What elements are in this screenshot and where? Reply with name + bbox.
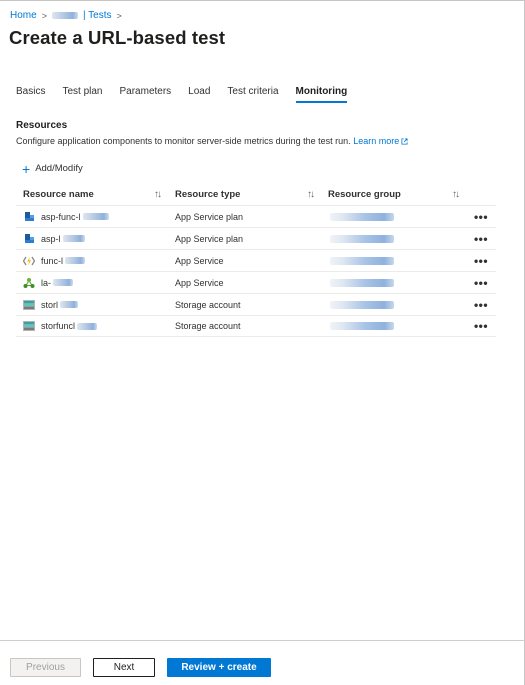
redacted-name-suffix	[62, 235, 85, 242]
breadcrumb-home[interactable]: Home	[10, 10, 37, 21]
resource-name-cell: asp-l	[16, 233, 168, 245]
resource-name: storl	[41, 299, 59, 310]
tab-parameters[interactable]: Parameters	[119, 86, 171, 103]
app-service-plan-icon	[23, 233, 35, 245]
resource-name-cell: func-l	[16, 255, 168, 267]
resource-type: Storage account	[175, 321, 241, 331]
previous-button: Previous	[10, 658, 81, 677]
breadcrumb-separator: >	[116, 10, 122, 21]
storage-account-icon	[23, 299, 35, 311]
resource-type: App Service plan	[175, 233, 244, 244]
resources-description: Configure application components to moni…	[16, 136, 408, 147]
next-button[interactable]: Next	[93, 658, 155, 677]
resource-group-cell	[321, 256, 466, 265]
tab-bar: Basics Test plan Parameters Load Test cr…	[16, 86, 364, 103]
window-frame: Home > | Tests > Create a URL-based test…	[0, 0, 525, 685]
sort-icon[interactable]: ↑↓	[307, 189, 315, 200]
breadcrumb-tests[interactable]: | Tests	[83, 10, 112, 21]
column-header-resource-group[interactable]: Resource group ↑↓	[321, 189, 466, 200]
table-row[interactable]: storl Storage account •••	[16, 293, 496, 315]
resource-type: App Service	[175, 255, 224, 266]
footer-bar: Previous Next Review + create	[0, 640, 525, 685]
column-header-resource-type[interactable]: Resource type ↑↓	[168, 189, 321, 200]
resource-type: App Service plan	[175, 211, 244, 222]
resource-name: asp-func-l	[41, 211, 81, 222]
learn-more-label: Learn more	[353, 136, 400, 146]
redacted-resource-group	[330, 278, 394, 287]
redacted-resource-group	[330, 256, 394, 265]
app-service-plan-icon	[23, 211, 35, 223]
resource-name-cell: asp-func-l	[16, 211, 168, 223]
resources-table: Resource name ↑↓ Resource type ↑↓ Resour…	[16, 183, 496, 337]
tab-load[interactable]: Load	[188, 86, 210, 103]
more-actions-icon[interactable]: •••	[466, 254, 496, 268]
resources-heading: Resources	[16, 120, 68, 131]
more-actions-icon[interactable]: •••	[466, 276, 496, 290]
more-actions-icon[interactable]: •••	[466, 298, 496, 312]
table-row[interactable]: func-l App Service •••	[16, 249, 496, 271]
sort-icon[interactable]: ↑↓	[452, 189, 460, 200]
table-row[interactable]: asp-func-l App Service plan •••	[16, 205, 496, 227]
table-row[interactable]: storfuncl Storage account •••	[16, 315, 496, 337]
column-header-label: Resource name	[23, 188, 94, 200]
tab-basics[interactable]: Basics	[16, 86, 45, 103]
resource-name: func-l	[41, 255, 64, 266]
resources-description-text: Configure application components to moni…	[16, 136, 351, 146]
resource-group-cell	[321, 234, 466, 243]
external-link-icon	[401, 137, 408, 147]
logic-app-icon	[23, 277, 35, 289]
redacted-name-suffix	[77, 322, 98, 330]
resource-name-cell: storl	[16, 299, 168, 311]
resource-type: Storage account	[175, 299, 241, 310]
breadcrumb: Home > | Tests >	[10, 10, 122, 21]
redacted-name-suffix	[82, 213, 109, 220]
function-app-icon	[23, 255, 35, 267]
column-header-resource-name[interactable]: Resource name ↑↓	[16, 189, 168, 200]
more-actions-icon[interactable]: •••	[466, 232, 496, 246]
sort-icon[interactable]: ↑↓	[154, 189, 162, 200]
table-row[interactable]: la- App Service •••	[16, 271, 496, 293]
table-row[interactable]: asp-l App Service plan •••	[16, 227, 496, 249]
resource-group-cell	[321, 278, 466, 287]
resource-name: storfuncl	[41, 321, 76, 331]
breadcrumb-separator: >	[41, 10, 47, 21]
tab-test-plan[interactable]: Test plan	[62, 86, 102, 103]
resource-name-cell: storfuncl	[16, 320, 168, 332]
review-create-button[interactable]: Review + create	[167, 658, 271, 677]
page-title: Create a URL-based test	[9, 27, 226, 48]
redacted-resource-group	[330, 212, 394, 221]
learn-more-link[interactable]: Learn more	[353, 136, 408, 146]
resource-name: asp-l	[41, 233, 61, 244]
add-modify-button[interactable]: + Add/Modify	[22, 160, 83, 177]
redacted-name-suffix	[65, 257, 86, 264]
redacted-resource-group	[330, 234, 394, 243]
resource-type: App Service	[175, 277, 224, 288]
storage-account-icon	[23, 320, 35, 332]
add-modify-label: Add/Modify	[35, 163, 83, 174]
redacted-resource-group	[330, 300, 394, 309]
redacted-name-suffix	[60, 301, 79, 308]
tab-monitoring[interactable]: Monitoring	[295, 86, 348, 103]
table-header: Resource name ↑↓ Resource type ↑↓ Resour…	[16, 183, 496, 205]
column-header-label: Resource type	[175, 188, 241, 200]
resource-name-cell: la-	[16, 277, 168, 289]
breadcrumb-redacted-resource[interactable]	[51, 12, 78, 19]
tab-test-criteria[interactable]: Test criteria	[227, 86, 278, 103]
more-actions-icon[interactable]: •••	[466, 319, 496, 333]
redacted-name-suffix	[53, 279, 74, 286]
add-icon: +	[22, 160, 31, 177]
resource-name: la-	[41, 277, 52, 288]
resource-group-cell	[321, 300, 466, 309]
resource-group-cell	[321, 322, 466, 330]
column-header-label: Resource group	[328, 188, 401, 200]
resource-group-cell	[321, 212, 466, 221]
more-actions-icon[interactable]: •••	[466, 210, 496, 224]
redacted-resource-group	[330, 322, 394, 330]
